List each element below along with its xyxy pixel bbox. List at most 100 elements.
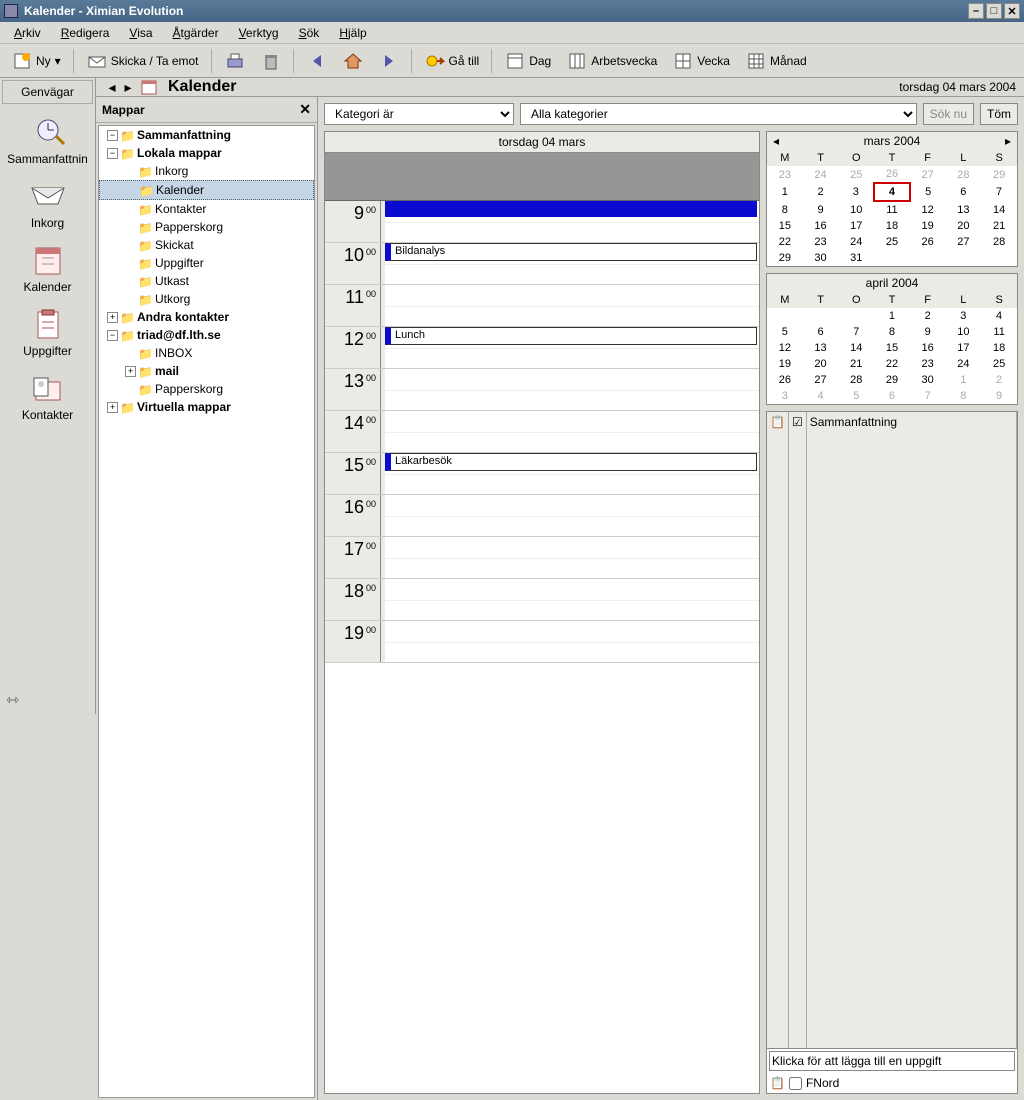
tree-close-icon[interactable]: ✕: [299, 101, 311, 118]
print-button[interactable]: [219, 48, 251, 74]
tree-node[interactable]: +📁Andra kontakter: [99, 308, 314, 326]
mini-day[interactable]: 20: [803, 356, 839, 372]
mini-day[interactable]: 26: [910, 234, 946, 250]
filter-field[interactable]: Kategori är: [324, 103, 514, 125]
mini-day[interactable]: 29: [874, 372, 910, 388]
forward-button[interactable]: ▸: [120, 79, 136, 96]
tree-node[interactable]: −📁Lokala mappar: [99, 144, 314, 162]
mini-day[interactable]: 25: [981, 356, 1017, 372]
mini-day[interactable]: 17: [946, 340, 982, 356]
mini-day[interactable]: 28: [838, 372, 874, 388]
shortcut-sammanfattnin[interactable]: Sammanfattnin: [0, 106, 95, 170]
tree-node[interactable]: +📁Virtuella mappar: [99, 398, 314, 416]
task-col-icon[interactable]: 📋: [767, 412, 789, 1048]
close-button[interactable]: ✕: [1004, 3, 1020, 19]
mini-day[interactable]: 6: [874, 388, 910, 404]
tree-node[interactable]: −📁triad@df.lth.se: [99, 326, 314, 344]
mini-day[interactable]: 2: [910, 308, 946, 324]
mini-day[interactable]: 25: [838, 166, 874, 183]
task-col-check[interactable]: ☑: [789, 412, 807, 1048]
task-checkbox[interactable]: [789, 1077, 802, 1090]
hours-area[interactable]: 9001000Bildanalys11001200Lunch1300140015…: [325, 201, 759, 1093]
mini-day[interactable]: 28: [946, 166, 982, 183]
mini-day[interactable]: 27: [910, 166, 946, 183]
mini-day[interactable]: 13: [803, 340, 839, 356]
mini-day[interactable]: 29: [767, 250, 803, 266]
mini-day[interactable]: [874, 250, 910, 266]
tree-node[interactable]: 📁Skickat: [99, 236, 314, 254]
event[interactable]: Bildanalys: [385, 243, 757, 261]
mini-prev-button[interactable]: ◂: [769, 134, 783, 148]
mini-day[interactable]: 21: [838, 356, 874, 372]
mini-day[interactable]: 30: [910, 372, 946, 388]
mini-day[interactable]: 9: [803, 201, 839, 218]
mini-day[interactable]: 5: [910, 183, 946, 201]
mini-day[interactable]: 11: [874, 201, 910, 218]
maximize-button[interactable]: □: [986, 3, 1002, 19]
next-button[interactable]: [373, 48, 405, 74]
new-button[interactable]: Ny ▾: [6, 48, 67, 74]
mini-day[interactable]: 22: [767, 234, 803, 250]
mini-day[interactable]: 26: [767, 372, 803, 388]
mini-day[interactable]: 26: [874, 166, 910, 183]
tree-node[interactable]: 📁Utkorg: [99, 290, 314, 308]
task-row[interactable]: 📋FNord: [767, 1073, 1017, 1093]
mini-day[interactable]: 11: [981, 324, 1017, 340]
mini-day[interactable]: 8: [767, 201, 803, 218]
mini-next-button[interactable]: ▸: [1001, 134, 1015, 148]
mini-day[interactable]: 27: [946, 234, 982, 250]
mini-day[interactable]: 16: [803, 218, 839, 234]
mini-day[interactable]: 22: [874, 356, 910, 372]
workweek-view-button[interactable]: Arbetsvecka: [561, 48, 663, 74]
mini-day[interactable]: 3: [767, 388, 803, 404]
back-button[interactable]: ◂: [104, 79, 120, 96]
mini-day[interactable]: 21: [981, 218, 1017, 234]
tree-node[interactable]: 📁Inkorg: [99, 162, 314, 180]
minimize-button[interactable]: –: [968, 3, 984, 19]
mini-day[interactable]: 15: [767, 218, 803, 234]
event[interactable]: Lunch: [385, 327, 757, 345]
mini-day[interactable]: 1: [946, 372, 982, 388]
mini-day[interactable]: 9: [981, 388, 1017, 404]
mini-day[interactable]: 4: [803, 388, 839, 404]
tree-node[interactable]: −📁Sammanfattning: [99, 126, 314, 144]
mini-day[interactable]: 25: [874, 234, 910, 250]
mini-day[interactable]: 7: [838, 324, 874, 340]
mini-day[interactable]: 10: [946, 324, 982, 340]
shortcut-kontakter[interactable]: Kontakter: [0, 362, 95, 426]
mini-day[interactable]: 2: [981, 372, 1017, 388]
mini-day[interactable]: 23: [803, 234, 839, 250]
goto-button[interactable]: Gå till: [419, 48, 486, 74]
tree-node[interactable]: 📁Kalender: [99, 180, 314, 200]
mini-day[interactable]: 24: [838, 234, 874, 250]
mini-day[interactable]: [910, 250, 946, 266]
mini-day[interactable]: 3: [838, 183, 874, 201]
mini-day[interactable]: 31: [838, 250, 874, 266]
resize-gripper[interactable]: ⇿: [6, 690, 19, 710]
menu-hjälp[interactable]: Hjälp: [329, 24, 376, 42]
mini-day[interactable]: 4: [874, 183, 910, 201]
mini-day[interactable]: 18: [981, 340, 1017, 356]
allday-area[interactable]: [325, 153, 759, 201]
mini-day[interactable]: 18: [874, 218, 910, 234]
menu-visa[interactable]: Visa: [119, 24, 162, 42]
mini-day[interactable]: 14: [838, 340, 874, 356]
shortcuts-header[interactable]: Genvägar: [2, 80, 93, 104]
mini-day[interactable]: [803, 308, 839, 324]
mini-day[interactable]: 3: [946, 308, 982, 324]
mini-day[interactable]: 24: [803, 166, 839, 183]
shortcut-inkorg[interactable]: Inkorg: [0, 170, 95, 234]
menu-sök[interactable]: Sök: [289, 24, 330, 42]
mini-day[interactable]: 28: [981, 234, 1017, 250]
mini-day[interactable]: 27: [803, 372, 839, 388]
mini-day[interactable]: 14: [981, 201, 1017, 218]
mini-day[interactable]: [838, 308, 874, 324]
prev-button[interactable]: [301, 48, 333, 74]
menu-åtgärder[interactable]: Åtgärder: [163, 24, 229, 42]
mini-day[interactable]: 4: [981, 308, 1017, 324]
mini-day[interactable]: 17: [838, 218, 874, 234]
task-col-summary[interactable]: Sammanfattning: [807, 412, 1017, 1048]
day-view-button[interactable]: Dag: [499, 48, 557, 74]
shortcut-uppgifter[interactable]: Uppgifter: [0, 298, 95, 362]
mini-day[interactable]: 29: [981, 166, 1017, 183]
